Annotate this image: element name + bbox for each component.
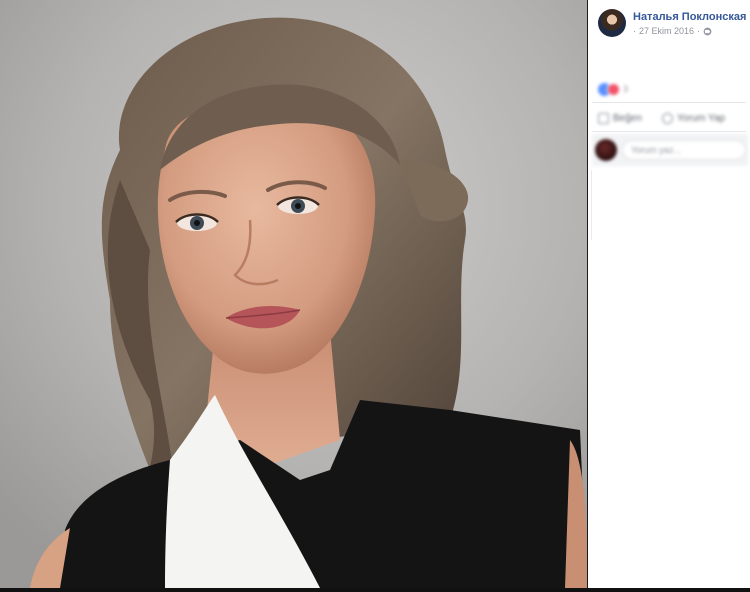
reactions-summary[interactable]: 3 [598,82,628,96]
portrait-image [0,0,587,588]
post-date[interactable]: 27 Ekim 2016 [639,26,694,36]
viewer-avatar [595,139,617,161]
love-reaction-icon [607,82,620,96]
meta-separator: · [633,26,636,36]
like-label: Beğen [613,112,642,124]
like-button[interactable]: Beğen [598,108,642,128]
comment-button[interactable]: Yorum Yap [661,108,726,128]
globe-icon[interactable] [703,27,712,36]
comment-icon [661,112,673,124]
divider [592,102,746,103]
divider [592,131,746,132]
meta-separator: · [697,26,701,36]
post-actions: Beğen Yorum Yap [598,108,748,128]
author-avatar[interactable] [598,9,626,37]
post-header: Наталья Поклонская · 27 Ekim 2016 · [598,9,748,39]
comment-input[interactable]: Yorum yaz... [622,140,746,160]
author-name-link[interactable]: Наталья Поклонская [633,11,746,23]
divider [591,170,592,240]
comment-label: Yorum Yap [676,112,726,124]
post-meta: · 27 Ekim 2016 · [633,26,712,36]
post-sidebar: Наталья Поклонская · 27 Ekim 2016 · 3 Be… [588,0,750,588]
comment-composer: Yorum yaz... [592,134,748,166]
post-photo[interactable] [0,0,587,588]
reaction-count: 3 [623,84,629,94]
thumbs-up-icon [598,112,609,124]
viewer-bottom-bar [0,588,750,592]
